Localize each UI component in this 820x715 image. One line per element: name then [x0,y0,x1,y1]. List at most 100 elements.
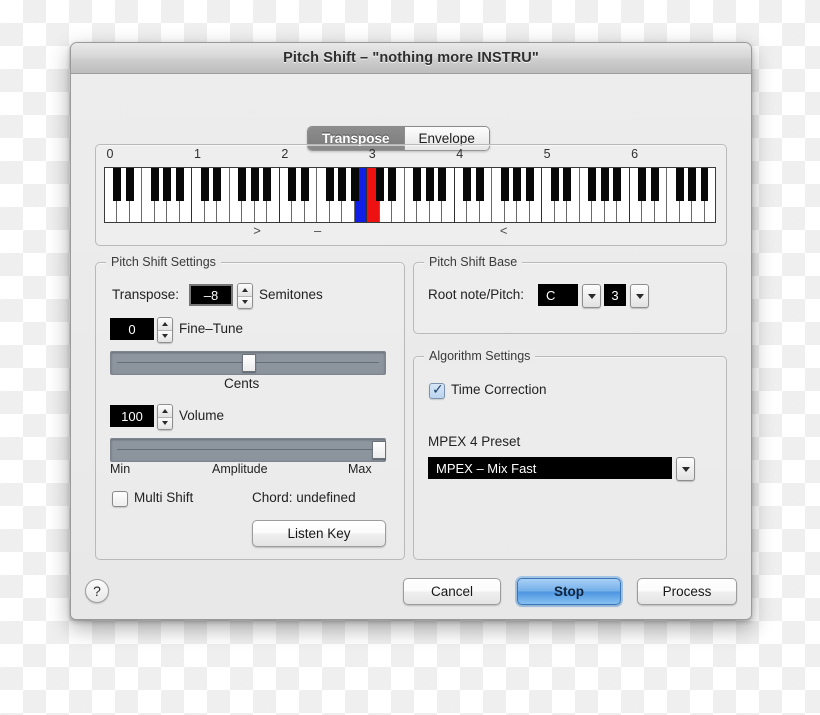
time-correction-checkbox[interactable]: ✓ [429,381,445,399]
piano-black-key[interactable] [375,168,384,202]
piano-black-key[interactable] [125,168,134,202]
listen-key-button[interactable]: Listen Key [252,520,386,547]
volume-stepper-down[interactable] [158,417,172,429]
piano-black-key[interactable] [500,168,509,202]
help-button[interactable]: ? [85,579,109,603]
piano-black-key[interactable] [263,168,272,202]
chevron-up-icon [162,408,168,413]
octave-divider [541,167,543,223]
fine-tune-stepper-down[interactable] [158,330,172,342]
root-note-value[interactable]: C [538,284,578,306]
piano-black-key[interactable] [325,168,334,202]
piano-black-key[interactable] [175,168,184,202]
amplitude-min-label: Min [110,462,131,476]
volume-stepper[interactable] [157,404,173,430]
octave-label: 3 [368,147,376,161]
chord-status: Chord: undefined [252,490,356,505]
fine-tune-stepper[interactable] [157,317,173,343]
amplitude-slider[interactable] [110,438,386,462]
piano-black-key[interactable] [563,168,572,202]
transpose-stepper-down[interactable] [238,296,252,308]
octave-label: 5 [543,147,551,161]
piano-keyboard[interactable] [104,167,716,223]
piano-black-key[interactable] [650,168,659,202]
pitch-shift-base-title: Pitch Shift Base [424,255,523,269]
piano-black-key[interactable] [638,168,647,202]
piano-black-key[interactable] [150,168,159,202]
piano-black-key[interactable] [688,168,696,202]
piano-black-key[interactable] [675,168,684,202]
title-bar[interactable]: Pitch Shift – "nothing more INSTRU" [71,43,751,74]
pitch-shift-base-group: Pitch Shift Base Root note/Pitch: C 3 [413,255,727,334]
multi-shift-label: Multi Shift [134,490,194,505]
piano-black-key[interactable] [200,168,209,202]
piano-black-key[interactable] [163,168,172,202]
algorithm-settings-group: Algorithm Settings ✓ Time Correction MPE… [413,349,727,560]
piano-black-key[interactable] [438,168,447,202]
transpose-stepper[interactable] [237,283,253,309]
octave-divider [278,167,280,223]
piano-black-key[interactable] [350,168,359,202]
piano-black-key[interactable] [425,168,434,202]
piano-black-key[interactable] [388,168,397,202]
mpex-preset-dropdown[interactable] [676,457,695,481]
dialog-body: Transpose Envelope 0123456 > – < Pitch Shi… [71,74,751,619]
octave-divider [628,167,630,223]
chevron-down-icon [162,334,168,339]
pitch-value[interactable]: 3 [604,284,626,306]
piano-black-key[interactable] [550,168,559,202]
piano-black-key[interactable] [525,168,534,202]
pitch-dropdown[interactable] [630,284,649,308]
piano-black-key[interactable] [213,168,222,202]
amplitude-slider-thumb[interactable] [372,441,386,459]
cancel-button[interactable]: Cancel [403,578,501,605]
piano-black-key[interactable] [613,168,622,202]
keyboard-markers: > – < [104,223,716,239]
transpose-stepper-up[interactable] [238,284,252,297]
process-button[interactable]: Process [637,578,737,605]
piano-black-key[interactable] [588,168,597,202]
piano-black-key[interactable] [513,168,522,202]
octave-label: 6 [631,147,639,161]
check-icon: ✓ [432,381,444,397]
fine-tune-value[interactable]: 0 [110,318,154,340]
stop-button[interactable]: Stop [517,578,621,605]
piano-black-key[interactable] [600,168,609,202]
piano-black-key[interactable] [338,168,347,202]
piano-black-key[interactable] [288,168,297,202]
octave-label: 0 [106,147,114,161]
time-correction-label: Time Correction [451,382,547,397]
piano-black-key[interactable] [238,168,247,202]
piano-black-key[interactable] [250,168,259,202]
piano-black-key[interactable] [413,168,422,202]
piano-black-key[interactable] [475,168,484,202]
chevron-up-icon [162,321,168,326]
piano-black-key[interactable] [113,168,122,202]
volume-value[interactable]: 100 [110,405,154,427]
transpose-value[interactable]: –8 [189,284,233,306]
mpex-preset-value[interactable]: MPEX – Mix Fast [428,457,672,479]
cents-slider[interactable] [110,351,386,375]
octave-divider [453,167,455,223]
window-title: Pitch Shift – "nothing more INSTRU" [283,50,539,66]
pitch-shift-settings-group: Pitch Shift Settings Transpose: –8 Semit… [95,255,405,560]
piano-black-key[interactable] [700,168,709,202]
root-note-label: Root note/Pitch: [428,287,525,302]
piano-black-key[interactable] [300,168,309,202]
amplitude-slider-track [117,449,379,450]
volume-stepper-up[interactable] [158,405,172,418]
volume-label: Volume [179,408,225,423]
chevron-down-icon [587,293,596,299]
root-note-dropdown[interactable] [582,284,601,308]
keyboard-marker: – [313,223,322,238]
octave-label: 4 [456,147,464,161]
octave-label: 2 [281,147,289,161]
amplitude-max-label: Max [348,462,372,476]
pitch-shift-settings-title: Pitch Shift Settings [106,255,221,269]
piano-black-key[interactable] [463,168,472,202]
cents-slider-thumb[interactable] [242,354,256,372]
multi-shift-checkbox[interactable] [112,491,128,507]
octave-divider [191,167,193,223]
chevron-down-icon [681,466,690,472]
fine-tune-stepper-up[interactable] [158,318,172,331]
